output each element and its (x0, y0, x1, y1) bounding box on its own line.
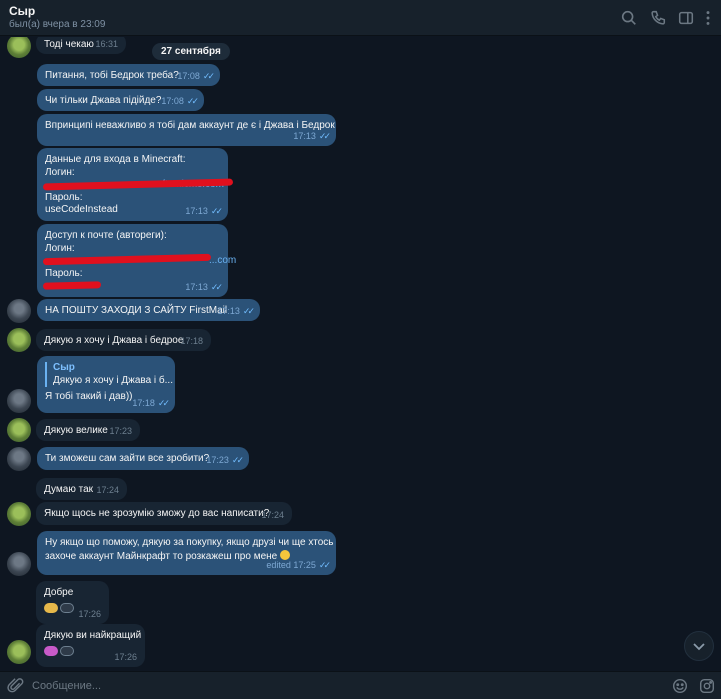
composer (0, 671, 721, 699)
read-check-icon: ✓✓ (210, 205, 223, 216)
contact-name[interactable]: Сыр (9, 4, 35, 18)
avatar[interactable] (7, 502, 31, 526)
message-bubble[interactable]: Питання, тобі Бедрок треба? 17:08 ✓✓ (37, 64, 220, 86)
message-time: 17:23 (109, 425, 132, 436)
handshake-emoji-icon (44, 602, 58, 613)
heart-emoji-icon (44, 645, 58, 656)
message-line: Логин: (45, 166, 75, 178)
message-text: Дякую ви найкращий (44, 630, 142, 641)
message-time: 17:08 (161, 95, 184, 106)
read-check-icon: ✓✓ (210, 281, 223, 292)
reply-preview[interactable]: Сыр Дякую я хочу і Джава і б... (45, 362, 173, 387)
phone-icon[interactable] (649, 9, 667, 27)
message-time: 17:24 (96, 484, 119, 495)
message-bubble[interactable]: Дякую ви найкращий 17:26 (36, 624, 145, 667)
reply-author: Сыр (53, 362, 75, 373)
message-time: 17:24 (261, 509, 284, 520)
read-check-icon: ✓✓ (318, 559, 331, 570)
message-bubble[interactable]: Данные для входа в Minecraft: Логин: ...… (37, 148, 234, 221)
message-bubble[interactable]: Думаю так 17:24 (36, 478, 127, 500)
sticker-icon[interactable] (698, 677, 716, 695)
message-bubble[interactable]: Тоді чекаю 16:31 (36, 37, 126, 54)
message-line: Данные для входа в Minecraft: (45, 154, 186, 165)
message-line: Пароль: (45, 191, 83, 203)
message-time: 17:18 (180, 335, 203, 346)
message-bubble[interactable]: Чи тільки Джава підійде? 17:08 ✓✓ (37, 89, 204, 111)
message-bubble[interactable]: Впринципі неважливо я тобі дам аккаунт д… (37, 114, 336, 146)
avatar[interactable] (7, 640, 31, 664)
message-line: Ну якщо що поможу, дякую за покупку, якщ… (45, 537, 334, 548)
sidebar-toggle-icon[interactable] (677, 9, 695, 27)
message-text: Якщо щось не зрозумію зможу до вас напис… (44, 508, 270, 519)
reply-text: Дякую я хочу і Джава і б... (53, 374, 173, 386)
avatar[interactable] (7, 328, 31, 352)
contact-status: был(а) вчера в 23:09 (9, 19, 106, 30)
message-time: 17:13 (217, 305, 240, 316)
chat-header: Сыр был(а) вчера в 23:09 (0, 0, 721, 36)
message-bubble[interactable]: НА ПОШТУ ЗАХОДИ З САЙТУ FirstMail 17:13 ✓… (37, 299, 260, 321)
message-line: Пароль: (45, 267, 83, 279)
message-time: 17:13 (185, 205, 208, 216)
message-text: Дякую я хочу і Джава і бедрое (44, 335, 184, 346)
message-bubble[interactable]: Ну якщо що поможу, дякую за покупку, якщ… (37, 531, 336, 575)
message-bubble[interactable]: Сыр Дякую я хочу і Джава і б... Я тобі т… (37, 356, 175, 413)
read-check-icon: ✓✓ (231, 454, 244, 465)
avatar[interactable] (7, 447, 31, 471)
date-divider: 27 сентября (152, 43, 230, 60)
chevron-down-icon (693, 643, 705, 651)
message-time: 17:18 (132, 397, 155, 408)
message-bubble[interactable]: Якщо щось не зрозумію зможу до вас напис… (36, 502, 292, 525)
message-bubble[interactable]: Дякую велике 17:23 (36, 419, 140, 441)
scroll-to-bottom-button[interactable] (684, 631, 714, 661)
emoji-row (44, 645, 74, 656)
avatar[interactable] (7, 418, 31, 442)
message-time: 17:26 (114, 651, 137, 662)
paperclip-icon[interactable] (7, 677, 25, 695)
emoji-row (44, 602, 74, 613)
avatar[interactable] (7, 299, 31, 323)
message-time: 16:31 (95, 38, 118, 49)
message-time: 17:08 (177, 70, 200, 81)
message-bubble[interactable]: Добре 17:26 (36, 581, 109, 624)
emoji-icon (60, 602, 74, 613)
read-check-icon: ✓✓ (157, 397, 170, 408)
avatar[interactable] (7, 552, 31, 576)
read-check-icon: ✓✓ (242, 305, 255, 316)
message-bubble[interactable]: Доступ к почте (автореги): Логин: ...com… (37, 224, 236, 297)
read-check-icon: ✓✓ (186, 95, 199, 106)
message-text: Добре (44, 587, 74, 598)
emoji-icon (60, 645, 74, 656)
message-list[interactable]: Тоді чекаю 16:31 27 сентября Питання, то… (0, 37, 721, 670)
avatar[interactable] (7, 37, 31, 58)
message-time: 17:23 (206, 454, 229, 465)
avatar[interactable] (7, 389, 31, 413)
message-input[interactable] (32, 676, 632, 696)
message-bubble[interactable]: Дякую я хочу і Джава і бедрое 17:18 (36, 329, 211, 351)
message-time: 17:13 (185, 281, 208, 292)
message-line: Логин: (45, 242, 75, 254)
more-vertical-icon[interactable] (703, 9, 713, 27)
message-time: 17:13 (293, 130, 316, 141)
message-line: Доступ к почте (автореги): (45, 230, 167, 241)
search-icon[interactable] (620, 9, 638, 27)
message-time: 17:26 (78, 608, 101, 619)
redaction-mark (42, 281, 102, 290)
read-check-icon: ✓✓ (318, 130, 331, 141)
emoji-icon[interactable] (671, 677, 689, 695)
read-check-icon: ✓✓ (202, 70, 215, 81)
message-bubble[interactable]: Ти зможеш сам зайти все зробити? 17:23 ✓✓ (37, 447, 249, 470)
message-text: Впринципі неважливо я тобі дам аккаунт д… (45, 120, 335, 131)
message-time: edited 17:25 (266, 559, 316, 570)
